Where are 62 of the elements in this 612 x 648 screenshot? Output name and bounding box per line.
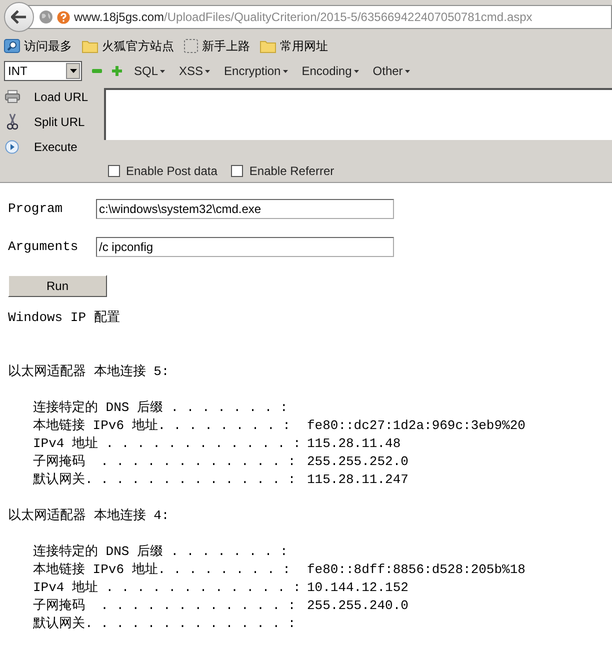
output-label: 默认网关. . . . . . . . . . . . . : <box>33 471 297 489</box>
output-label: 连接特定的 DNS 后缀 . . . . . . . : <box>33 543 289 561</box>
output-label: 子网掩码 . . . . . . . . . . . . : <box>33 453 297 471</box>
blank-page-icon <box>184 39 198 53</box>
caret-icon <box>354 70 359 72</box>
checkbox[interactable] <box>108 164 120 176</box>
output-label: 本地链接 IPv6 地址. . . . . . . . : <box>33 561 292 579</box>
bookmark-item[interactable]: 火狐官方站点 <box>82 37 174 55</box>
globe-icon <box>39 10 53 24</box>
question-icon <box>57 10 70 24</box>
menu-button[interactable]: XSS <box>177 62 212 80</box>
printer-icon <box>4 90 20 103</box>
text-field[interactable]: /c ipconfig <box>96 237 394 257</box>
hackbar-action-button[interactable]: Load URL <box>4 84 104 109</box>
bookmark-item[interactable]: 常用网址 <box>260 37 328 55</box>
output-label: IPv4 地址 . . . . . . . . . . . . : <box>33 435 302 453</box>
checkbox-label: Enable Referrer <box>249 162 334 180</box>
back-arrow-icon <box>11 10 27 24</box>
output-value: 255.255.240.0 <box>306 597 408 615</box>
checkbox[interactable] <box>231 164 244 176</box>
back-button[interactable] <box>4 2 34 32</box>
scissors-icon <box>6 113 18 130</box>
menu-button[interactable]: Encoding <box>300 62 361 80</box>
caret-icon <box>404 70 410 72</box>
checkbox-label: Enable Post data <box>126 162 218 180</box>
menu-button[interactable]: Encryption <box>222 62 290 80</box>
output-value: 115.28.11.247 <box>306 471 408 489</box>
text-field[interactable]: c:\windows\system32\cmd.exe <box>96 199 394 219</box>
url-text: www.18j5gs.com/UploadFiles/QualityCriterion/2015-5/635669422407050781cmd.aspx <box>74 9 532 26</box>
hackbar-action-button[interactable]: Split URL <box>4 109 104 134</box>
bookmark-item[interactable]: 访问最多 <box>4 37 72 55</box>
output-label: 连接特定的 DNS 后缀 . . . . . . . : <box>33 399 289 417</box>
output-value: 255.255.252.0 <box>306 453 408 471</box>
output-line: 以太网适配器 本地连接 4: <box>8 507 170 525</box>
caret-icon <box>282 70 288 72</box>
caret-icon <box>160 70 166 72</box>
hackbar-action-button[interactable]: Execute <box>4 134 104 159</box>
output-label: 默认网关. . . . . . . . . . . . . : <box>33 615 297 633</box>
output-value: fe80::8dff:8856:d528:205b%18 <box>306 561 526 579</box>
field-label: Program <box>8 200 64 218</box>
play-icon <box>5 140 19 154</box>
search-icon <box>4 39 20 53</box>
address-bar[interactable]: www.18j5gs.com/UploadFiles/QualityCriterion/2015-5/635669422407050781cmd.aspx <box>28 5 612 29</box>
output-value: 115.28.11.48 <box>306 435 401 453</box>
type-select[interactable]: INT <box>4 61 82 81</box>
output-label: IPv4 地址 . . . . . . . . . . . . : <box>33 579 302 597</box>
output-label: 子网掩码 . . . . . . . . . . . . : <box>33 597 297 615</box>
output-value: fe80::dc27:1d2a:969c:3eb9%20 <box>306 417 526 435</box>
folder-icon <box>82 39 98 53</box>
output-label: 本地链接 IPv6 地址. . . . . . . . : <box>33 417 292 435</box>
folder-icon <box>260 39 276 53</box>
output-value: 10.144.12.152 <box>306 579 408 597</box>
run-button[interactable]: Run <box>8 275 107 297</box>
output-line: Windows IP 配置 <box>8 309 120 327</box>
menu-button[interactable]: SQL <box>132 62 168 80</box>
caret-icon <box>205 70 210 72</box>
menu-button[interactable]: Other <box>370 62 412 80</box>
dropdown-caret-icon <box>70 69 76 73</box>
field-label: Arguments <box>8 238 80 256</box>
bookmark-item[interactable]: 新手上路 <box>184 37 250 55</box>
url-input-field[interactable] <box>104 88 612 140</box>
output-line: 以太网适配器 本地连接 5: <box>8 363 170 381</box>
